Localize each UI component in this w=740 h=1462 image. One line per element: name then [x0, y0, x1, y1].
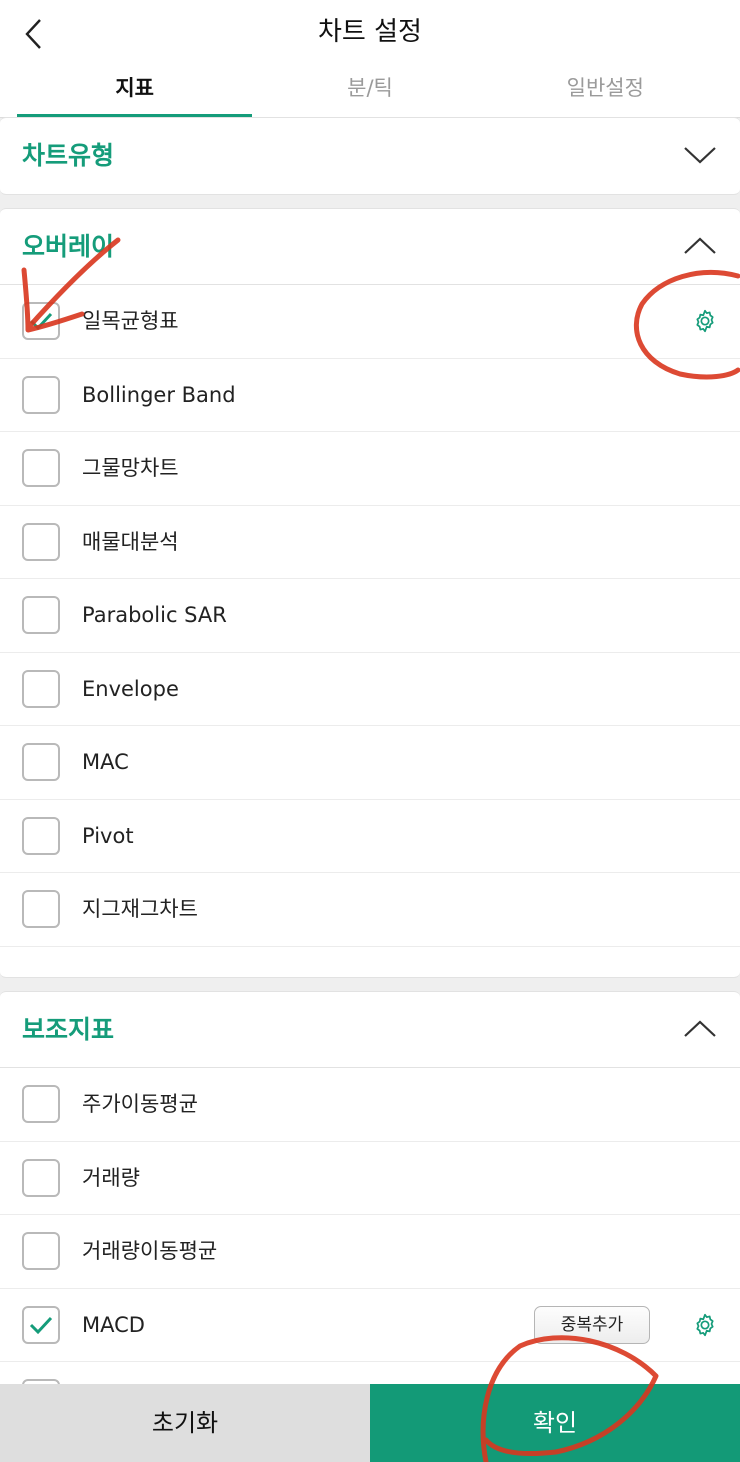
tab-general-settings[interactable]: 일반설정: [488, 66, 723, 118]
chart-type-header[interactable]: 차트유형: [0, 118, 740, 194]
item-label: 지그재그차트: [82, 897, 198, 921]
reset-button[interactable]: 초기화: [0, 1384, 370, 1462]
item-label: Envelope: [82, 676, 179, 701]
item-label: Pivot: [82, 823, 134, 848]
list-item[interactable]: MACD 중복추가: [0, 1289, 740, 1362]
item-label: 매물대분석: [82, 529, 179, 554]
item-label: 그물망차트: [82, 456, 179, 480]
bottom-action-bar: 초기화 확인: [0, 1384, 740, 1462]
section-title: 보조지표: [22, 1015, 115, 1044]
page-title: 차트 설정: [318, 17, 422, 47]
overlay-section: 오버레이 일목균형표 Bollinger Band 그물망차트 매물대분석 Pa…: [0, 208, 740, 978]
checkbox[interactable]: [22, 596, 60, 635]
checkbox[interactable]: [22, 1232, 60, 1271]
section-title: 오버레이: [22, 232, 115, 261]
tab-bar: 지표 분/틱 일반설정: [17, 66, 723, 118]
sub-indicators-header[interactable]: 보조지표: [0, 992, 740, 1068]
checkbox[interactable]: [22, 890, 60, 929]
item-label: 일목균형표: [82, 309, 179, 333]
sub-indicators-section: 보조지표 주가이동평균 거래량 거래량이동평균 MACD 중복추가: [0, 991, 740, 1436]
list-item[interactable]: 주가이동평균: [0, 1068, 740, 1142]
checkbox[interactable]: [22, 1158, 60, 1197]
check-icon: [29, 313, 53, 331]
tab-minute-tick[interactable]: 분/틱: [252, 66, 487, 118]
list-item[interactable]: 거래량이동평균: [0, 1215, 740, 1289]
checkbox[interactable]: [22, 1305, 60, 1344]
gear-icon[interactable]: [692, 1312, 718, 1338]
list-item[interactable]: 매물대분석: [0, 506, 740, 579]
section-title: 차트유형: [22, 141, 115, 170]
chart-type-section: 차트유형: [0, 117, 740, 195]
item-label: 거래량이동평균: [82, 1239, 218, 1263]
list-item[interactable]: 거래량: [0, 1142, 740, 1215]
chevron-down-icon: [684, 147, 716, 164]
list-item[interactable]: Parabolic SAR: [0, 579, 740, 653]
checkbox[interactable]: [22, 1085, 60, 1124]
item-label: MACD: [82, 1312, 145, 1337]
item-label: MAC: [82, 750, 129, 774]
overlay-header[interactable]: 오버레이: [0, 209, 740, 285]
header: 차트 설정 지표 분/틱 일반설정: [0, 0, 740, 118]
chevron-up-icon: [684, 1020, 716, 1037]
item-label: Bollinger Band: [82, 382, 236, 407]
add-duplicate-button[interactable]: 중복추가: [534, 1305, 650, 1344]
list-item[interactable]: Envelope: [0, 653, 740, 726]
checkbox[interactable]: [22, 375, 60, 414]
checkbox[interactable]: [22, 669, 60, 708]
checkbox[interactable]: [22, 522, 60, 561]
list-item[interactable]: Pivot: [0, 800, 740, 873]
checkbox[interactable]: [22, 816, 60, 855]
checkbox[interactable]: [22, 743, 60, 782]
item-label: Parabolic SAR: [82, 603, 227, 627]
list-item[interactable]: MAC: [0, 726, 740, 800]
list-item[interactable]: 일목균형표: [0, 285, 740, 359]
checkbox[interactable]: [22, 449, 60, 488]
list-item[interactable]: 지그재그차트: [0, 873, 740, 947]
item-label: 주가이동평균: [82, 1092, 198, 1116]
chevron-up-icon: [684, 237, 716, 254]
tab-indicators[interactable]: 지표: [17, 66, 253, 118]
gear-icon[interactable]: [692, 308, 718, 334]
confirm-button[interactable]: 확인: [370, 1384, 740, 1462]
checkbox[interactable]: [22, 302, 60, 341]
check-icon: [29, 1316, 53, 1334]
item-label: 거래량: [82, 1165, 140, 1190]
list-item[interactable]: Bollinger Band: [0, 359, 740, 432]
list-item[interactable]: 그물망차트: [0, 432, 740, 506]
